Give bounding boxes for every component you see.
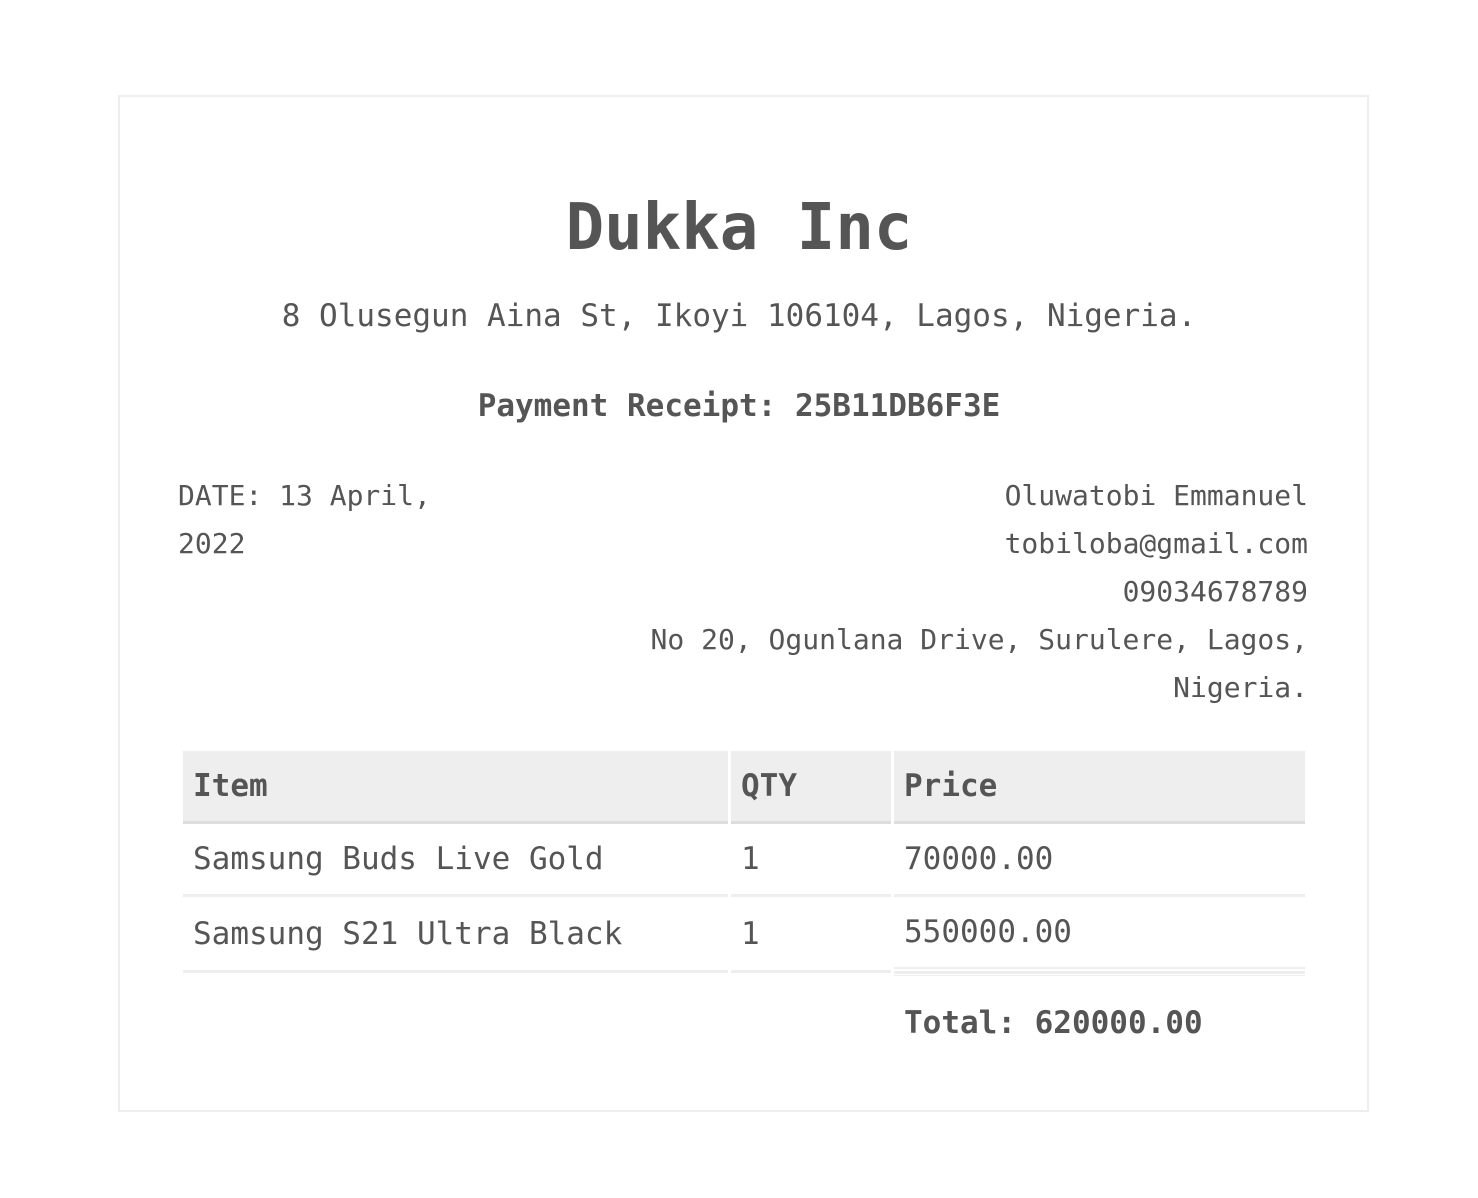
- receipt-date: DATE: 13 April, 2022: [178, 479, 431, 560]
- header-qty: QTY: [731, 751, 891, 824]
- item-qty: 1: [731, 897, 891, 973]
- customer-info: Oluwatobi Emmanuel tobiloba@gmail.com 09…: [608, 472, 1308, 712]
- company-name: Dukka Inc: [565, 191, 913, 265]
- item-name: Samsung Buds Live Gold: [183, 824, 728, 897]
- customer-phone: 09034678789: [1122, 575, 1308, 608]
- total-row: Total: 620000.00: [183, 973, 1305, 1060]
- customer-address: No 20, Ogunlana Drive, Surulere, Lagos, …: [650, 623, 1308, 704]
- table-row: Samsung S21 Ultra Black 1 550000.00: [183, 897, 1305, 973]
- item-qty: 1: [731, 824, 891, 897]
- company-address: 8 Olusegun Aina St, Ikoyi 106104, Lagos,…: [281, 298, 1197, 334]
- customer-email: tobiloba@gmail.com: [1004, 527, 1308, 560]
- total-spacer: [183, 973, 728, 1060]
- item-price: 70000.00: [894, 824, 1305, 897]
- total-spacer: [731, 973, 891, 1060]
- item-price: 550000.00: [894, 897, 1305, 973]
- table-row: Samsung Buds Live Gold 1 70000.00: [183, 824, 1305, 897]
- table-header-row: Item QTY Price: [183, 751, 1305, 824]
- header-price: Price: [894, 751, 1305, 824]
- receipt-heading: Payment Receipt: 25B11DB6F3E: [0, 386, 1478, 426]
- receipt-label: Payment Receipt:: [477, 388, 777, 424]
- header-item: Item: [183, 751, 728, 824]
- item-name: Samsung S21 Ultra Black: [183, 897, 728, 973]
- customer-name: Oluwatobi Emmanuel: [1004, 479, 1308, 512]
- total-amount: Total: 620000.00: [894, 973, 1305, 1060]
- receipt-id: 25B11DB6F3E: [794, 388, 1001, 424]
- items-table: Item QTY Price Samsung Buds Live Gold 1 …: [180, 751, 1308, 1060]
